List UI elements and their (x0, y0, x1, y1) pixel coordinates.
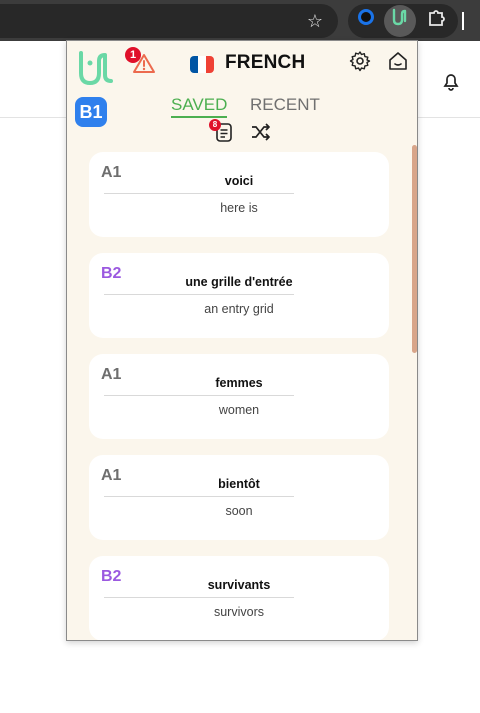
word-card[interactable]: A1 voici here is (89, 152, 389, 237)
card-divider (104, 496, 294, 497)
france-flag-icon (190, 56, 214, 73)
scrollbar-thumb[interactable] (412, 145, 417, 353)
card-word: survivants (207, 578, 271, 592)
bell-icon[interactable] (440, 70, 462, 92)
word-card[interactable]: A1 femmes women (89, 354, 389, 439)
card-word: une grille d'entrée (185, 275, 293, 289)
card-translation: survivors (213, 605, 264, 619)
card-divider (104, 193, 294, 194)
user-level-badge[interactable]: B1 (75, 97, 107, 127)
card-word: voici (224, 174, 254, 188)
card-divider (104, 395, 294, 396)
browser-toolbar: ☆ (0, 0, 480, 41)
gear-icon[interactable] (349, 50, 371, 72)
circle-extension-icon[interactable] (356, 7, 376, 27)
puzzle-extension-icon[interactable] (426, 7, 446, 27)
card-word: bientôt (218, 477, 260, 491)
word-card[interactable]: A1 bientôt soon (89, 455, 389, 540)
word-card[interactable]: B2 survivants survivors (89, 556, 389, 640)
app-logo (74, 47, 118, 91)
alert-count-badge: 1 (125, 47, 141, 63)
card-divider (104, 597, 294, 598)
toolbar-divider (462, 12, 464, 30)
card-translation: here is (220, 201, 258, 215)
word-card[interactable]: B2 une grille d'entrée an entry grid (89, 253, 389, 338)
card-word: femmes (215, 376, 263, 390)
star-icon[interactable]: ☆ (304, 10, 326, 32)
tab-recent[interactable]: RECENT (250, 95, 320, 115)
tab-saved[interactable]: SAVED (171, 95, 228, 118)
extension-popup: 1 FRENCH B1 SAVED RECENT 8 A1 voici here… (66, 40, 418, 641)
language-title[interactable]: FRENCH (225, 52, 305, 74)
card-translation: soon (225, 504, 253, 518)
shuffle-icon[interactable] (250, 123, 272, 141)
saved-count-badge: 8 (209, 119, 221, 131)
card-divider (104, 294, 294, 295)
home-icon[interactable] (387, 50, 409, 72)
address-bar[interactable] (0, 4, 338, 38)
card-translation: an entry grid (204, 302, 274, 316)
lingo-extension-icon[interactable] (390, 7, 410, 27)
card-translation: women (218, 403, 260, 417)
